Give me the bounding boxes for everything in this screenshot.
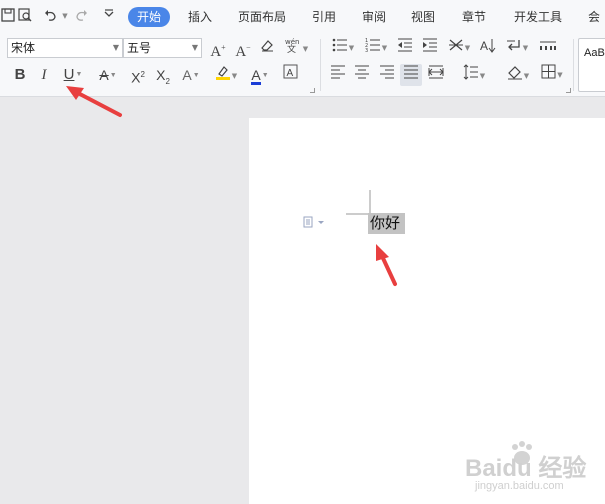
svg-text:3: 3 (365, 48, 368, 52)
svg-text:A: A (480, 39, 488, 53)
line-spacing-icon[interactable]: ▼ (459, 64, 489, 86)
clear-format-icon[interactable] (256, 37, 278, 59)
text-effect-icon[interactable]: A▼ (176, 64, 206, 86)
style-gallery-item[interactable]: AaB (578, 38, 605, 92)
selected-text[interactable]: 你好 (368, 213, 406, 234)
align-left-icon[interactable] (327, 64, 349, 86)
group-divider (320, 39, 321, 91)
bullets-icon[interactable]: ▼ (328, 37, 358, 59)
redo-icon[interactable] (73, 8, 89, 24)
tab-member[interactable]: 会 (588, 8, 600, 27)
tab-references[interactable]: 引用 (312, 8, 336, 27)
font-size-value: 五号 (127, 41, 152, 55)
font-color-icon[interactable]: A▼ (245, 64, 275, 86)
sort-icon[interactable]: A (477, 37, 499, 59)
align-center-icon[interactable] (351, 64, 373, 86)
print-preview-icon[interactable] (17, 8, 33, 24)
grow-font-icon[interactable]: A+ (207, 37, 229, 60)
watermark-url: jingyan.baidu.com (475, 480, 564, 492)
align-right-icon[interactable] (376, 64, 398, 86)
style-preview-text: AaB (584, 47, 605, 59)
decrease-indent-icon[interactable] (394, 37, 416, 59)
chevron-down-icon: ▼ (112, 43, 119, 52)
annotation-arrow-text (376, 244, 397, 286)
tab-review[interactable]: 审阅 (362, 8, 386, 27)
tab-page-layout[interactable]: 页面布局 (238, 8, 286, 27)
font-name-value: 宋体 (11, 41, 36, 55)
watermark-logo-text: Baidu 经验 (465, 455, 587, 482)
superscript-icon[interactable]: X2 (127, 64, 149, 86)
shading-icon[interactable]: ▼ (503, 64, 533, 86)
chevron-down-icon: ▼ (191, 43, 198, 52)
shrink-font-icon[interactable]: A− (232, 37, 254, 60)
chinese-layout-icon[interactable]: ▼ (444, 37, 474, 59)
font-name-combo[interactable]: 宋体 ▼ (7, 38, 123, 58)
paragraph-handle-icon[interactable] (303, 216, 325, 231)
paragraph-dialog-launcher-icon[interactable] (566, 88, 571, 93)
tab-view[interactable]: 视图 (411, 8, 435, 27)
char-border-icon[interactable]: A (279, 64, 301, 86)
bold-icon[interactable]: B (9, 64, 31, 86)
font-size-combo[interactable]: 五号 ▼ (123, 38, 202, 58)
subscript-icon[interactable]: X2 (152, 64, 174, 86)
italic-icon[interactable]: I (33, 64, 55, 86)
svg-text:A: A (286, 68, 293, 79)
highlight-color-icon[interactable]: ▼ (211, 64, 241, 86)
undo-icon[interactable] (42, 8, 58, 24)
numbering-icon[interactable]: 1 2 3 ▼ (361, 37, 391, 59)
distributed-tab-icon[interactable] (537, 37, 559, 59)
phonetic-guide-icon[interactable]: wén 文 ▼ (281, 37, 311, 59)
tab-sections[interactable]: 章节 (462, 8, 486, 27)
svg-text:文: 文 (287, 43, 296, 53)
tab-start[interactable]: 开始 (128, 7, 171, 27)
undo-dropdown-icon[interactable]: ▼ (57, 8, 73, 24)
increase-indent-icon[interactable] (419, 37, 441, 59)
annotation-arrow-underline (66, 86, 122, 117)
show-hide-marks-icon[interactable]: ▼ (502, 37, 532, 59)
group-divider (573, 39, 574, 91)
tab-insert[interactable]: 插入 (188, 8, 212, 27)
customize-icon[interactable] (101, 8, 117, 24)
font-dialog-launcher-icon[interactable] (310, 88, 315, 93)
tab-developer[interactable]: 开发工具 (514, 8, 562, 27)
borders-icon[interactable]: ▼ (537, 64, 567, 86)
menu-tab-bar: ▼ 开始 插入 页面布局 引用 审阅 视图 章节 开发工具 会 (0, 0, 605, 33)
watermark: Baidu 经验 jingyan.baidu.com (445, 440, 605, 500)
justify-icon[interactable] (400, 64, 422, 86)
distributed-align-icon[interactable] (425, 64, 447, 86)
save-icon[interactable] (0, 8, 16, 24)
